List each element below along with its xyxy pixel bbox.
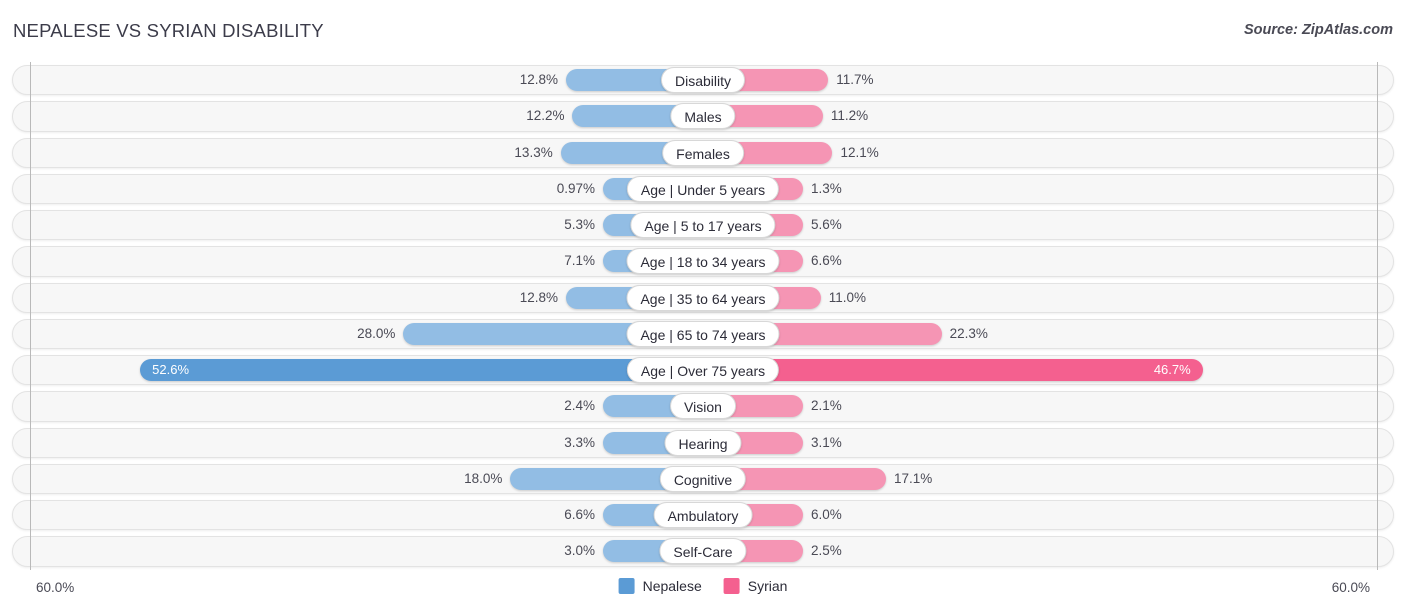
chart-row: 12.8% 11.0% Age | 35 to 64 years	[0, 280, 1406, 316]
value-label-nepalese: 28.0%	[357, 325, 396, 341]
axis-tick-left: 60.0%	[36, 580, 75, 595]
chart-header: NEPALESE VS SYRIAN DISABILITY Source: Zi…	[0, 0, 1406, 62]
value-label-nepalese: 7.1%	[564, 253, 595, 269]
row-category-label: Age | 65 to 74 years	[626, 320, 780, 347]
value-label-syrian: 6.0%	[811, 507, 842, 523]
axis-line-left	[30, 62, 31, 570]
chart-row: 28.0% 22.3% Age | 65 to 74 years	[0, 316, 1406, 352]
legend-item-syrian[interactable]: Syrian	[723, 578, 788, 594]
chart-row: 18.0% 17.1% Cognitive	[0, 461, 1406, 497]
row-category-label: Ambulatory	[653, 502, 753, 529]
value-label-nepalese: 3.3%	[564, 434, 595, 450]
axis-line-right	[1377, 62, 1378, 570]
row-category-label: Disability	[660, 67, 746, 93]
value-label-syrian: 17.1%	[893, 470, 933, 486]
value-label-syrian: 22.3%	[949, 325, 988, 341]
value-label-syrian: 11.2%	[830, 108, 869, 124]
legend-swatch-icon	[618, 578, 635, 594]
value-label-nepalese: 5.3%	[564, 217, 595, 233]
value-label-syrian: 11.7%	[836, 72, 874, 87]
value-label-syrian: 1.3%	[811, 180, 842, 196]
chart-row: 5.3% 5.6% Age | 5 to 17 years	[0, 207, 1406, 243]
value-label-nepalese: 2.4%	[564, 398, 595, 414]
chart-row: 12.2% 11.2% Males	[0, 98, 1406, 134]
legend-label: Nepalese	[642, 578, 702, 594]
row-category-label: Age | 5 to 17 years	[630, 212, 776, 239]
value-label-nepalese: 6.6%	[564, 507, 595, 523]
value-label-nepalese: 18.0%	[464, 470, 503, 486]
legend-item-nepalese[interactable]: Nepalese	[618, 578, 702, 594]
value-label-nepalese: 52.6%	[152, 362, 190, 378]
chart-row: 0.97% 1.3% Age | Under 5 years	[0, 171, 1406, 207]
value-label-nepalese: 12.2%	[526, 108, 565, 124]
chart-row: 3.3% 3.1% Hearing	[0, 425, 1406, 461]
chart-row: 3.0% 2.5% Self-Care	[0, 533, 1406, 569]
source-attribution: Source: ZipAtlas.com	[1243, 22, 1393, 38]
value-label-nepalese: 0.97%	[556, 180, 595, 196]
row-category-label: Hearing	[664, 429, 742, 456]
chart-row: 13.3% 12.1% Females	[0, 135, 1406, 171]
row-category-label: Age | 18 to 34 years	[626, 248, 780, 275]
row-category-label: Age | Under 5 years	[626, 175, 780, 202]
axis-tick-right: 60.0%	[1331, 580, 1370, 595]
value-label-syrian: 3.1%	[811, 434, 842, 450]
value-label-nepalese: 3.0%	[564, 543, 595, 559]
legend-label: Syrian	[747, 578, 788, 594]
chart-footer: 60.0% 60.0% Nepalese Syrian	[0, 570, 1406, 612]
value-label-syrian: 12.1%	[840, 144, 879, 160]
row-category-label: Males	[670, 103, 736, 130]
bar-nepalese	[140, 359, 703, 382]
chart-row: 7.1% 6.6% Age | 18 to 34 years	[0, 243, 1406, 279]
value-label-syrian: 11.0%	[828, 289, 866, 305]
value-label-nepalese: 12.8%	[519, 72, 559, 87]
chart-legend: Nepalese Syrian	[618, 578, 788, 594]
value-label-nepalese: 13.3%	[514, 144, 553, 160]
row-category-label: Females	[662, 139, 744, 166]
value-label-syrian: 5.6%	[811, 217, 842, 233]
value-label-syrian: 6.6%	[811, 253, 842, 269]
value-label-syrian: 2.1%	[811, 398, 842, 414]
row-category-label: Age | Over 75 years	[626, 357, 780, 384]
legend-swatch-icon	[723, 578, 740, 594]
chart-row: 12.8% 11.7% Disability	[0, 62, 1406, 98]
page-title: NEPALESE VS SYRIAN DISABILITY	[13, 20, 324, 41]
row-category-label: Vision	[670, 393, 736, 420]
plot-area: 12.8% 11.7% Disability 12.2% 11.2% Males 13.3%…	[0, 62, 1406, 570]
row-category-label: Cognitive	[659, 465, 747, 492]
bar-rows: 12.8% 11.7% Disability 12.2% 11.2% Males 13.3%…	[0, 62, 1406, 570]
value-label-syrian: 46.7%	[1153, 362, 1191, 378]
chart-row: 6.6% 6.0% Ambulatory	[0, 497, 1406, 533]
chart-row: 52.6% 46.7% Age | Over 75 years	[0, 352, 1406, 388]
row-category-label: Self-Care	[659, 538, 747, 565]
chart-row: 2.4% 2.1% Vision	[0, 388, 1406, 424]
row-category-label: Age | 35 to 64 years	[626, 284, 780, 311]
chart-root: NEPALESE VS SYRIAN DISABILITY Source: Zi…	[0, 0, 1406, 612]
value-label-syrian: 2.5%	[811, 543, 842, 559]
value-label-nepalese: 12.8%	[519, 289, 559, 305]
